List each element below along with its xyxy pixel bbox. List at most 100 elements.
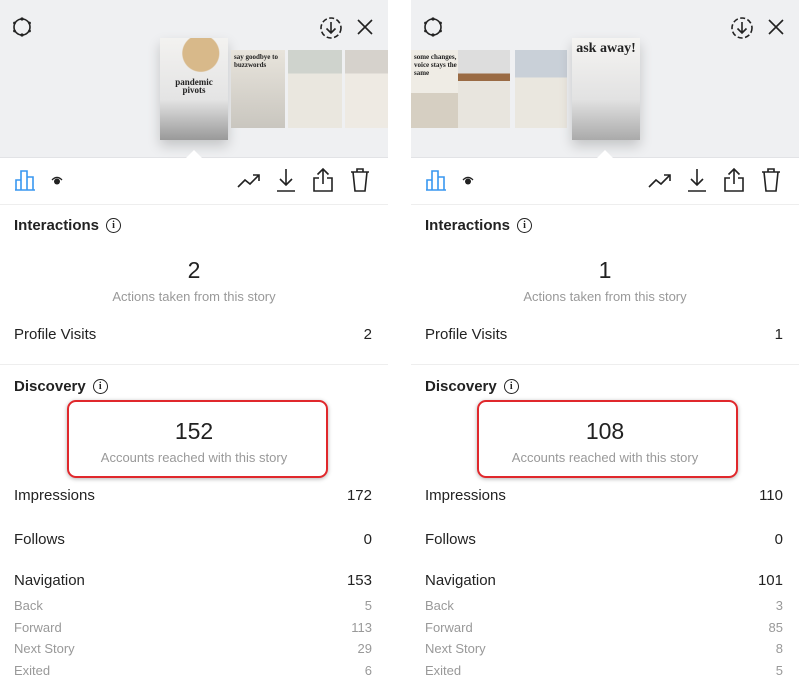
metric-row-navigation: Navigation 153 xyxy=(14,572,372,589)
interactions-title: Interactions xyxy=(14,217,100,234)
metric-row-navigation: Navigation 101 xyxy=(425,572,783,589)
story-thumbnail-selected[interactable]: ask away! xyxy=(572,38,640,140)
navigation-row-back: Back 5 xyxy=(14,598,372,613)
actions-label: Actions taken from this story xyxy=(523,289,687,304)
discovery-title: Discovery xyxy=(425,378,497,395)
discovery-title: Discovery xyxy=(14,378,86,395)
metric-row-follows: Follows 0 xyxy=(14,531,372,548)
eye-icon[interactable] xyxy=(51,176,63,186)
share-icon[interactable] xyxy=(723,167,745,193)
download-icon[interactable] xyxy=(276,168,296,192)
navigation-row-exited: Exited 6 xyxy=(14,663,372,678)
close-icon[interactable] xyxy=(767,18,785,36)
row-value: 101 xyxy=(757,572,783,589)
share-icon[interactable] xyxy=(312,167,334,193)
row-label: Back xyxy=(425,598,454,613)
story-header: some changes, voice stays the same ask a… xyxy=(411,0,799,158)
row-label: Follows xyxy=(425,531,476,548)
trend-icon[interactable] xyxy=(237,173,261,189)
actions-label: Actions taken from this story xyxy=(112,289,276,304)
interactions-title: Interactions xyxy=(425,217,511,234)
download-icon[interactable] xyxy=(687,168,707,192)
selected-caret xyxy=(185,150,203,159)
info-icon[interactable]: i xyxy=(517,218,533,233)
story-thumbnail[interactable]: some changes, voice stays the same xyxy=(411,50,465,128)
thumbnail-text: ask away! xyxy=(576,41,636,56)
row-value: 2 xyxy=(363,326,372,343)
metric-row-follows: Follows 0 xyxy=(425,531,783,548)
info-icon[interactable]: i xyxy=(106,218,122,233)
row-value: 29 xyxy=(357,641,372,656)
row-label: Back xyxy=(14,598,43,613)
discovery-heading: Discovery i xyxy=(14,378,108,395)
row-value: 113 xyxy=(351,619,372,635)
story-thumbnails[interactable]: some changes, voice stays the same ask a… xyxy=(411,38,651,142)
save-download-icon[interactable] xyxy=(730,16,754,40)
row-value: 3 xyxy=(775,598,783,613)
thumbnail-text: pandemic pivots xyxy=(175,77,213,95)
row-label: Forward xyxy=(14,619,62,635)
row-value: 1 xyxy=(774,326,783,343)
story-thumbnail[interactable] xyxy=(288,50,342,128)
profile-visits-row: Profile Visits 2 xyxy=(14,326,372,343)
story-toolbar xyxy=(411,159,799,205)
story-thumbnail[interactable]: say goodbye to buzzwords xyxy=(231,50,285,128)
thumbnail-text: say goodbye to buzzwords xyxy=(234,53,278,69)
interactions-heading: Interactions i xyxy=(14,217,122,234)
metric-row-impressions: Impressions 172 xyxy=(14,487,372,504)
row-label: Exited xyxy=(425,662,462,678)
close-icon[interactable] xyxy=(356,18,374,36)
row-label: Navigation xyxy=(425,572,496,589)
gear-icon[interactable] xyxy=(422,16,444,38)
discovery-heading: Discovery i xyxy=(425,378,519,395)
row-label: Next Story xyxy=(425,641,486,656)
story-toolbar xyxy=(0,159,388,205)
navigation-row-exited: Exited 5 xyxy=(425,663,783,678)
row-value: 0 xyxy=(363,531,372,548)
row-label: Next Story xyxy=(14,641,75,656)
reach-count: 108 xyxy=(585,418,625,444)
row-value: 153 xyxy=(346,572,372,589)
row-value: 85 xyxy=(768,619,783,635)
divider xyxy=(0,364,388,365)
reach-label: Accounts reached with this story xyxy=(511,450,699,465)
story-thumbnail[interactable] xyxy=(458,50,510,128)
bar-chart-icon[interactable] xyxy=(425,169,447,191)
row-value: 8 xyxy=(775,641,783,656)
navigation-row-next-story: Next Story 8 xyxy=(425,641,783,656)
save-download-icon[interactable] xyxy=(319,16,343,40)
story-insights-panel-right: some changes, voice stays the same ask a… xyxy=(411,0,799,697)
navigation-row-forward: Forward 113 xyxy=(14,620,372,635)
eye-icon[interactable] xyxy=(462,176,474,186)
story-insights-panel-left: pandemic pivots say goodbye to buzzwords… xyxy=(0,0,388,697)
row-value: 110 xyxy=(759,487,783,504)
reach-label: Accounts reached with this story xyxy=(100,450,288,465)
story-thumbnail[interactable] xyxy=(345,50,388,128)
row-label: Forward xyxy=(425,619,473,635)
bar-chart-icon[interactable] xyxy=(14,169,36,191)
story-thumbnail-selected[interactable]: pandemic pivots xyxy=(160,38,228,140)
row-label: Follows xyxy=(14,531,65,548)
row-label: Impressions xyxy=(425,487,506,504)
row-value: 172 xyxy=(346,487,372,504)
navigation-row-forward: Forward 85 xyxy=(425,620,783,635)
trash-icon[interactable] xyxy=(761,168,781,192)
row-label: Impressions xyxy=(14,487,95,504)
row-value: 5 xyxy=(775,662,783,678)
gear-icon[interactable] xyxy=(11,16,33,38)
row-label: Profile Visits xyxy=(14,326,97,343)
story-thumbnails[interactable]: pandemic pivots say goodbye to buzzwords xyxy=(160,38,388,142)
selected-caret xyxy=(596,150,614,159)
trash-icon[interactable] xyxy=(350,168,370,192)
interactions-heading: Interactions i xyxy=(425,217,533,234)
profile-visits-row: Profile Visits 1 xyxy=(425,326,783,343)
row-value: 5 xyxy=(364,598,372,613)
story-thumbnail[interactable] xyxy=(515,50,567,128)
info-icon[interactable]: i xyxy=(503,379,519,394)
row-label: Profile Visits xyxy=(425,326,508,343)
row-value: 0 xyxy=(774,531,783,548)
row-value: 6 xyxy=(364,662,372,678)
thumbnail-text: some changes, voice stays the same xyxy=(414,53,457,77)
info-icon[interactable]: i xyxy=(92,379,108,394)
trend-icon[interactable] xyxy=(648,173,672,189)
